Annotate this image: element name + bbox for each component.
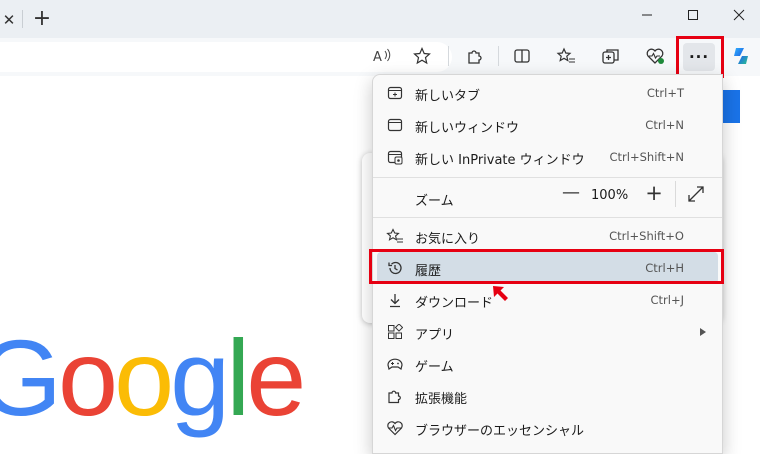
- maximize-icon: [688, 10, 698, 20]
- copilot-icon: [734, 48, 748, 64]
- fullscreen-icon: [688, 186, 704, 202]
- chevron-right-icon: [700, 328, 706, 336]
- maximize-button[interactable]: [670, 0, 716, 30]
- zoom-level: 100%: [591, 188, 629, 203]
- menu-divider: [373, 217, 722, 218]
- menu-item-shortcut: Ctrl+T: [646, 86, 684, 100]
- games-icon: [386, 355, 404, 373]
- close-window-button[interactable]: [716, 0, 760, 30]
- favorites-icon: [386, 227, 404, 245]
- zoom-label: ズーム: [415, 194, 454, 209]
- new-tab-button[interactable]: +: [30, 7, 54, 31]
- menu-item-shortcut: Ctrl+Shift+N: [609, 150, 684, 164]
- menu-item-browser-essentials[interactable]: ブラウザーのエッセンシャル: [373, 412, 722, 444]
- copilot-button[interactable]: [727, 42, 755, 70]
- apps-icon: [386, 323, 404, 341]
- inprivate-icon: [386, 148, 404, 166]
- tab-divider: [22, 10, 23, 28]
- zoom-divider: [675, 181, 676, 207]
- extensions-button[interactable]: [461, 42, 489, 70]
- read-aloud-icon: A: [373, 48, 391, 65]
- browser-essentials-icon: [386, 419, 404, 437]
- annotation-box-more: [676, 36, 724, 78]
- menu-item-apps[interactable]: アプリ: [373, 316, 722, 348]
- menu-item-favorites[interactable]: お気に入り Ctrl+Shift+O: [373, 220, 722, 252]
- puzzle-icon: [468, 50, 482, 64]
- browser-essentials-button[interactable]: [641, 42, 669, 70]
- annotation-arrow-icon: [493, 286, 508, 301]
- svg-text:A: A: [373, 50, 382, 65]
- google-logo-letter: g: [170, 317, 230, 438]
- fullscreen-button[interactable]: [685, 183, 707, 205]
- annotation-box-history: [369, 249, 724, 284]
- add-favorite-button[interactable]: [408, 42, 436, 70]
- favorites-button[interactable]: [552, 42, 580, 70]
- menu-divider: [373, 177, 722, 178]
- close-icon: [733, 9, 745, 21]
- menu-item-label: 新しい InPrivate ウィンドウ: [415, 153, 585, 168]
- split-screen-button[interactable]: [508, 42, 536, 70]
- new-window-icon: [386, 116, 404, 134]
- minimize-button[interactable]: [624, 0, 670, 30]
- minimize-icon: [642, 14, 652, 16]
- menu-item-zoom: ズーム: [373, 179, 722, 215]
- menu-item-label: 新しいウィンドウ: [415, 121, 520, 136]
- collections-icon: [602, 49, 619, 64]
- menu-item-new-inprivate-window[interactable]: 新しい InPrivate ウィンドウ Ctrl+Shift+N: [373, 141, 722, 173]
- download-icon: [386, 291, 404, 309]
- menu-item-label: ダウンロード: [415, 296, 494, 311]
- google-logo: Google: [0, 317, 306, 438]
- menu-item-label: ブラウザーのエッセンシャル: [415, 424, 585, 439]
- star-icon: [413, 47, 431, 65]
- menu-item-label: 拡張機能: [415, 392, 468, 407]
- new-tab-icon: [386, 84, 404, 102]
- google-logo-letter: G: [0, 317, 62, 438]
- menu-item-shortcut: Ctrl+N: [645, 118, 684, 132]
- extensions-icon: [386, 387, 404, 405]
- menu-item-games[interactable]: ゲーム: [373, 348, 722, 380]
- heart-pulse-icon: [646, 48, 664, 64]
- menu-item-label: ゲーム: [415, 360, 454, 375]
- tab-close-icon[interactable]: ✕: [0, 9, 18, 31]
- menu-item-extensions[interactable]: 拡張機能: [373, 380, 722, 412]
- toolbar-divider: [448, 46, 449, 66]
- favorites-list-icon: [556, 47, 575, 63]
- menu-item-new-window[interactable]: 新しいウィンドウ Ctrl+N: [373, 109, 722, 141]
- collections-button[interactable]: [597, 42, 625, 70]
- toolbar-divider: [498, 46, 499, 66]
- split-screen-icon: [514, 49, 530, 63]
- read-aloud-button[interactable]: A: [368, 42, 396, 70]
- google-logo-letter: o: [58, 317, 118, 438]
- menu-item-downloads[interactable]: ダウンロード Ctrl+J: [373, 284, 722, 316]
- menu-item-label: お気に入り: [415, 232, 481, 247]
- google-logo-letter: o: [114, 317, 174, 438]
- zoom-in-button[interactable]: +: [640, 179, 668, 207]
- menu-item-shortcut: Ctrl+Shift+O: [609, 229, 684, 243]
- menu-item-shortcut: Ctrl+J: [650, 293, 685, 307]
- menu-item-label: アプリ: [415, 328, 455, 343]
- menu-item-label: 新しいタブ: [415, 89, 481, 104]
- google-logo-letter: e: [246, 317, 306, 438]
- zoom-out-button[interactable]: —: [557, 179, 585, 207]
- google-logo-letter: l: [226, 317, 250, 438]
- menu-item-new-tab[interactable]: 新しいタブ Ctrl+T: [373, 77, 722, 109]
